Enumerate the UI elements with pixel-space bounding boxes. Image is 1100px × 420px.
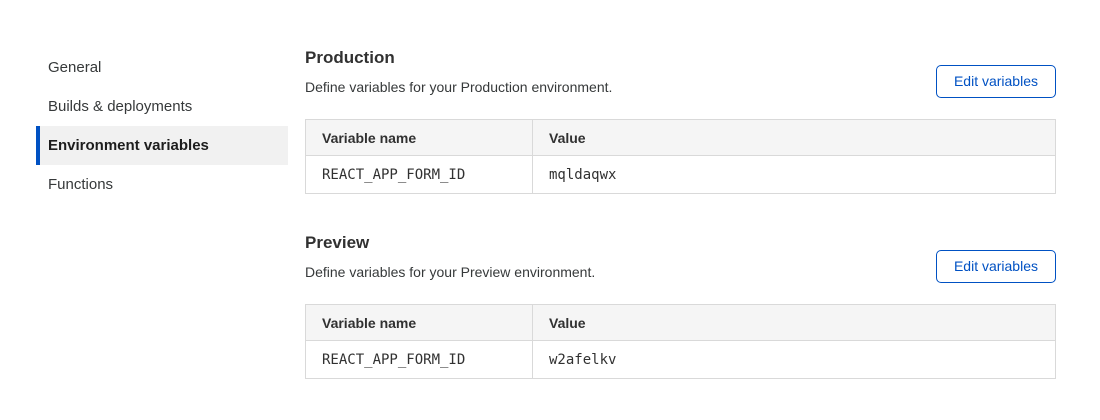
table-header-row: Variable name Value xyxy=(306,305,1056,341)
sidebar-item-general[interactable]: General xyxy=(36,48,288,87)
variable-value-cell: w2afelkv xyxy=(533,341,1056,379)
variable-value-cell: mqldaqwx xyxy=(533,156,1056,194)
column-header-value: Value xyxy=(533,120,1056,156)
sidebar-item-environment-variables[interactable]: Environment variables xyxy=(36,126,288,165)
preview-section-text: Preview Define variables for your Previe… xyxy=(305,233,595,281)
sidebar-item-label: General xyxy=(48,59,101,76)
section-description: Define variables for your Preview enviro… xyxy=(305,264,595,281)
sidebar-item-builds-deployments[interactable]: Builds & deployments xyxy=(36,87,288,126)
production-section-text: Production Define variables for your Pro… xyxy=(305,48,612,96)
production-section-header: Production Define variables for your Pro… xyxy=(305,48,1056,98)
table-row: REACT_APP_FORM_ID mqldaqwx xyxy=(306,156,1056,194)
production-variables-table: Variable name Value REACT_APP_FORM_ID mq… xyxy=(305,119,1056,194)
edit-variables-button-preview[interactable]: Edit variables xyxy=(936,250,1056,283)
preview-section-header: Preview Define variables for your Previe… xyxy=(305,233,1056,283)
sidebar-item-label: Environment variables xyxy=(48,137,209,154)
settings-sidebar: General Builds & deployments Environment… xyxy=(36,48,288,204)
environment-variables-panel: Production Define variables for your Pro… xyxy=(305,48,1056,379)
preview-variables-table: Variable name Value REACT_APP_FORM_ID w2… xyxy=(305,304,1056,379)
sidebar-item-label: Builds & deployments xyxy=(48,98,192,115)
column-header-variable-name: Variable name xyxy=(306,120,533,156)
column-header-value: Value xyxy=(533,305,1056,341)
table-header-row: Variable name Value xyxy=(306,120,1056,156)
section-description: Define variables for your Production env… xyxy=(305,79,612,96)
column-header-variable-name: Variable name xyxy=(306,305,533,341)
sidebar-item-functions[interactable]: Functions xyxy=(36,165,288,204)
table-row: REACT_APP_FORM_ID w2afelkv xyxy=(306,341,1056,379)
variable-name-cell: REACT_APP_FORM_ID xyxy=(306,156,533,194)
section-title: Preview xyxy=(305,233,595,253)
variable-name-cell: REACT_APP_FORM_ID xyxy=(306,341,533,379)
edit-variables-button-production[interactable]: Edit variables xyxy=(936,65,1056,98)
sidebar-item-label: Functions xyxy=(48,176,113,193)
settings-page: General Builds & deployments Environment… xyxy=(0,0,1100,420)
preview-section: Preview Define variables for your Previe… xyxy=(305,233,1056,379)
production-section: Production Define variables for your Pro… xyxy=(305,48,1056,194)
section-title: Production xyxy=(305,48,612,68)
